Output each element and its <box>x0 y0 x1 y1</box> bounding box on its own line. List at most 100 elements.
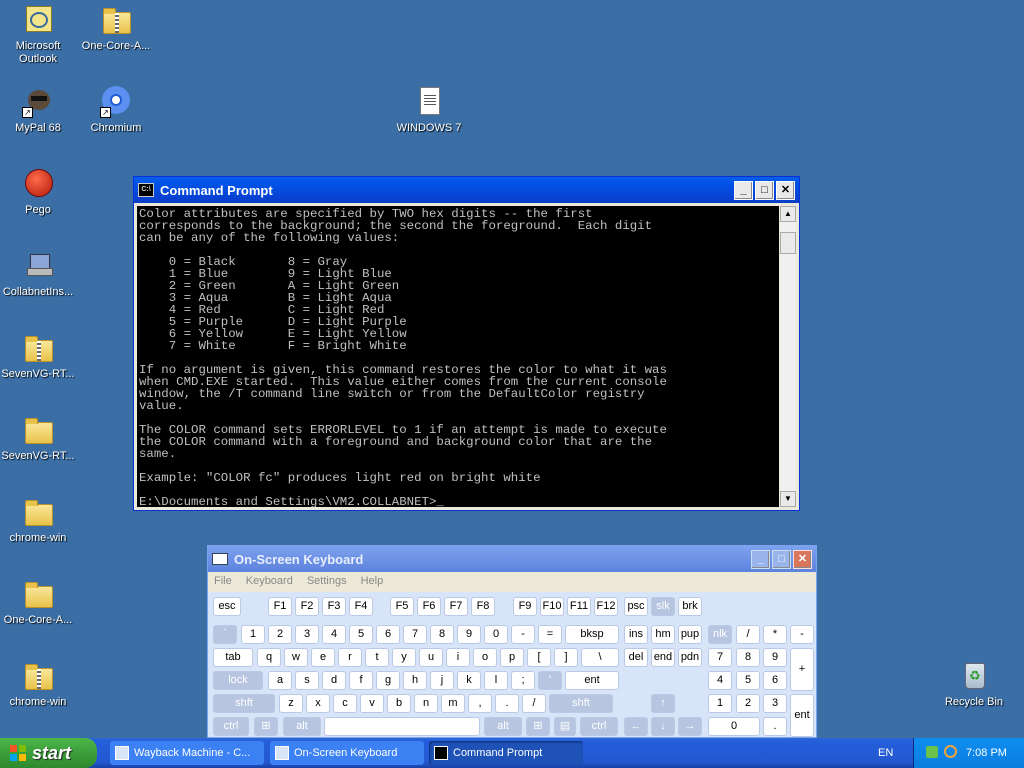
key-d-114[interactable]: d <box>322 671 346 690</box>
key-F9-305[interactable]: F9 <box>513 597 537 616</box>
menu-keyboard[interactable]: Keyboard <box>246 575 293 587</box>
vertical-scrollbar[interactable]: ▲ ▼ <box>780 206 796 507</box>
network-icon[interactable] <box>926 746 938 758</box>
key--582[interactable]: + <box>790 648 814 691</box>
menu-help[interactable]: Help <box>361 575 384 587</box>
key-y-184[interactable]: y <box>392 648 416 667</box>
key-a-60[interactable]: a <box>268 671 292 690</box>
key--555[interactable]: * <box>763 625 787 644</box>
desktop-icon-windows7[interactable]: WINDOWS 7 <box>389 86 469 135</box>
maximize-button[interactable]: □ <box>772 549 791 569</box>
scroll-up-button[interactable]: ▲ <box>780 206 796 222</box>
key-1-500[interactable]: 1 <box>708 694 732 713</box>
close-button[interactable]: ✕ <box>776 180 795 200</box>
key--330[interactable]: = <box>538 625 562 644</box>
key-0-276[interactable]: 0 <box>484 625 508 644</box>
key-pdn-470[interactable]: pdn <box>678 648 702 667</box>
key-6-555[interactable]: 6 <box>763 671 787 690</box>
key-7-195[interactable]: 7 <box>403 625 427 644</box>
key-slk-443[interactable]: slk <box>651 597 675 616</box>
key-v-152[interactable]: v <box>360 694 384 713</box>
key-x-98[interactable]: x <box>306 694 330 713</box>
key-5-141[interactable]: 5 <box>349 625 373 644</box>
scroll-down-button[interactable]: ▼ <box>780 491 796 507</box>
key--260[interactable]: , <box>468 694 492 713</box>
key-del-416[interactable]: del <box>624 648 648 667</box>
task-wayback-machine[interactable]: Wayback Machine - C... <box>110 741 264 765</box>
key-i-238[interactable]: i <box>446 648 470 667</box>
windows-key[interactable]: ⊞ <box>254 717 278 736</box>
key-4-114[interactable]: 4 <box>322 625 346 644</box>
desktop-icon-chrome-win-2[interactable]: chrome-win <box>0 660 78 709</box>
key-6-168[interactable]: 6 <box>376 625 400 644</box>
key-shft-5[interactable]: shft <box>213 694 275 713</box>
key-8-222[interactable]: 8 <box>430 625 454 644</box>
key-F1-60[interactable]: F1 <box>268 597 292 616</box>
key-ent-582[interactable]: ent <box>790 694 814 737</box>
close-button[interactable]: ✕ <box>793 549 812 569</box>
search-icon[interactable] <box>944 745 957 758</box>
key-9-555[interactable]: 9 <box>763 648 787 667</box>
key-s-87[interactable]: s <box>295 671 319 690</box>
key-2-60[interactable]: 2 <box>268 625 292 644</box>
key-7-500[interactable]: 7 <box>708 648 732 667</box>
key-n-206[interactable]: n <box>414 694 438 713</box>
title-bar[interactable]: On-Screen Keyboard _ □ ✕ <box>208 546 816 572</box>
key--5[interactable]: ` <box>213 625 237 644</box>
task-on-screen-keyboard[interactable]: On-Screen Keyboard <box>270 741 424 765</box>
key--319[interactable]: [ <box>527 648 551 667</box>
key-h-195[interactable]: h <box>403 671 427 690</box>
scroll-thumb[interactable] <box>780 232 796 254</box>
task-command-prompt[interactable]: Command Prompt <box>429 741 583 765</box>
key-r-130[interactable]: r <box>338 648 362 667</box>
key--303[interactable]: ; <box>511 671 535 690</box>
key-q-49[interactable]: q <box>257 648 281 667</box>
minimize-button[interactable]: _ <box>734 180 753 200</box>
key--373[interactable]: \ <box>581 648 619 667</box>
key-psc-416[interactable]: psc <box>624 597 648 616</box>
desktop-icon-sevenvg-1[interactable]: SevenVG-RT... <box>0 332 78 381</box>
space-key[interactable] <box>324 717 480 736</box>
key-alt-276[interactable]: alt <box>484 717 522 736</box>
desktop-icon-outlook[interactable]: Microsoft Outlook <box>0 4 78 66</box>
key-ctrl-5[interactable]: ctrl <box>213 717 249 736</box>
key-1-33[interactable]: 1 <box>241 625 265 644</box>
menu-settings[interactable]: Settings <box>307 575 347 587</box>
key-j-222[interactable]: j <box>430 671 454 690</box>
key-p-292[interactable]: p <box>500 648 524 667</box>
key--470[interactable]: → <box>678 717 702 736</box>
key-z-71[interactable]: z <box>279 694 303 713</box>
key--303[interactable]: - <box>511 625 535 644</box>
desktop-icon-pego[interactable]: Pego <box>0 168 78 217</box>
key-F8-263[interactable]: F8 <box>471 597 495 616</box>
key-F7-236[interactable]: F7 <box>444 597 468 616</box>
key-g-168[interactable]: g <box>376 671 400 690</box>
key-o-265[interactable]: o <box>473 648 497 667</box>
key--287[interactable]: . <box>495 694 519 713</box>
key-bksp-357[interactable]: bksp <box>565 625 619 644</box>
desktop-icon-mypal[interactable]: ↗ MyPal 68 <box>0 86 78 135</box>
console-output[interactable]: Color attributes are specified by TWO he… <box>137 206 779 507</box>
key-brk-470[interactable]: brk <box>678 597 702 616</box>
key-ins-416[interactable]: ins <box>624 625 648 644</box>
key-lock-5[interactable]: lock <box>213 671 263 690</box>
key--443[interactable]: ↓ <box>651 717 675 736</box>
key-F10-332[interactable]: F10 <box>540 597 564 616</box>
key--555[interactable]: . <box>763 717 787 736</box>
clock[interactable]: 7:08 PM <box>966 738 1007 768</box>
key-3-555[interactable]: 3 <box>763 694 787 713</box>
key--443[interactable]: ↑ <box>651 694 675 713</box>
key-pup-470[interactable]: pup <box>678 625 702 644</box>
key--346[interactable]: ] <box>554 648 578 667</box>
key-e-103[interactable]: e <box>311 648 335 667</box>
key-end-443[interactable]: end <box>651 648 675 667</box>
desktop-icon-recycle-bin[interactable]: ♻ Recycle Bin <box>934 660 1014 709</box>
key-8-528[interactable]: 8 <box>736 648 760 667</box>
key--314[interactable]: / <box>522 694 546 713</box>
key-F4-141[interactable]: F4 <box>349 597 373 616</box>
key-t-157[interactable]: t <box>365 648 389 667</box>
key-w-76[interactable]: w <box>284 648 308 667</box>
maximize-button[interactable]: □ <box>755 180 774 200</box>
key-0-500[interactable]: 0 <box>708 717 760 736</box>
key-F5-182[interactable]: F5 <box>390 597 414 616</box>
